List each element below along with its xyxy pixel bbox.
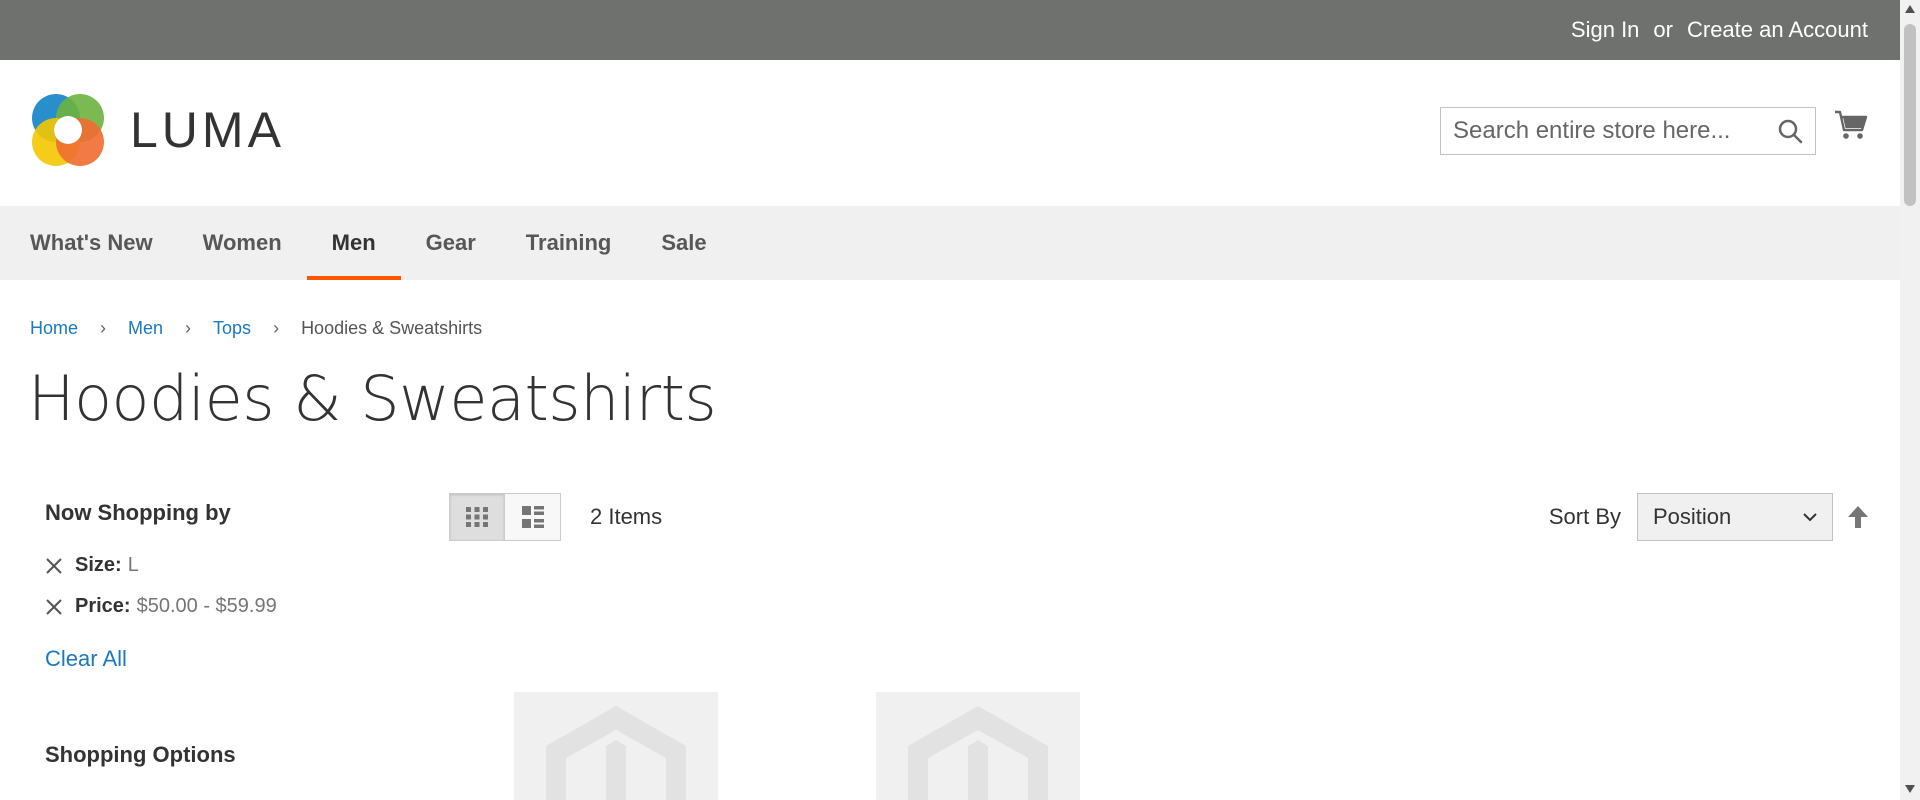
grid-view-button[interactable]	[449, 493, 505, 541]
active-filter-price: Price: $50.00 - $59.99	[45, 595, 405, 618]
view-mode-switcher	[449, 493, 561, 541]
active-filter-size: Size: L	[45, 554, 405, 577]
filter-sidebar: Now Shopping by Size: L Price: $50.00 - …	[45, 500, 405, 768]
nav-item-training[interactable]: Training	[501, 206, 637, 280]
nav-item-sale[interactable]: Sale	[636, 206, 731, 280]
magento-placeholder-icon	[546, 706, 686, 800]
cart-icon[interactable]	[1834, 108, 1868, 142]
site-header: LUMA	[0, 60, 1900, 206]
chevron-down-icon	[1803, 513, 1817, 522]
header-links: Sign In or Create an Account	[1571, 0, 1868, 60]
product-image-placeholder[interactable]	[876, 692, 1080, 800]
shopping-options-heading: Shopping Options	[45, 742, 236, 767]
filter-value: L	[127, 554, 139, 576]
nav-item-men[interactable]: Men	[306, 206, 401, 280]
breadcrumb-men[interactable]: Men	[128, 318, 163, 339]
grid-icon	[466, 507, 488, 527]
breadcrumb-current: Hoodies & Sweatshirts	[301, 318, 483, 338]
top-bar: Sign In or Create an Account	[0, 0, 1900, 60]
nav-item-women[interactable]: Women	[178, 206, 307, 280]
chevron-right-icon: ›	[273, 318, 280, 338]
breadcrumb: Home › Men › Tops › Hoodies & Sweatshirt…	[30, 318, 482, 339]
magento-placeholder-icon	[908, 706, 1048, 800]
search-icon[interactable]	[1777, 118, 1803, 144]
sort-by-label: Sort By	[1548, 504, 1621, 529]
product-grid	[514, 692, 1114, 800]
scroll-down-arrow-icon[interactable]	[1904, 784, 1916, 794]
or-text: or	[1653, 17, 1673, 42]
search-box	[1440, 107, 1816, 155]
scrollbar-thumb[interactable]	[1904, 24, 1916, 206]
filter-value: $50.00 - $59.99	[136, 595, 277, 617]
logo[interactable]: LUMA	[30, 92, 285, 168]
nav-item-gear[interactable]: Gear	[401, 206, 501, 280]
scroll-up-arrow-icon[interactable]	[1904, 4, 1916, 14]
products-toolbar: 2 Items Sort By Position	[449, 493, 1869, 541]
breadcrumb-tops[interactable]: Tops	[213, 318, 251, 339]
sign-in-link[interactable]: Sign In	[1571, 17, 1640, 43]
filter-label: Price:	[75, 595, 131, 617]
items-count: 2 Items	[590, 504, 663, 529]
chevron-right-icon: ›	[185, 318, 192, 338]
remove-filter-icon[interactable]	[45, 598, 63, 616]
filter-label: Size:	[75, 554, 122, 576]
chevron-right-icon: ›	[100, 318, 107, 338]
main-navigation: What's New Women Men Gear Training Sale	[0, 206, 1900, 280]
list-icon	[521, 506, 544, 528]
product-image-placeholder[interactable]	[514, 692, 718, 800]
nav-item-whats-new[interactable]: What's New	[30, 206, 178, 280]
list-view-button[interactable]	[505, 493, 561, 541]
now-shopping-heading: Now Shopping by	[45, 500, 231, 525]
sorter: Sort By Position	[1549, 493, 1869, 541]
page-title: Hoodies & Sweatshirts	[28, 362, 717, 435]
create-account-link[interactable]: Create an Account	[1687, 17, 1868, 43]
luma-logo-icon	[32, 94, 104, 166]
page-scrollbar[interactable]	[1900, 0, 1920, 800]
sort-by-select[interactable]: Position	[1637, 493, 1833, 541]
sort-direction-arrow-icon[interactable]	[1847, 504, 1869, 530]
remove-filter-icon[interactable]	[45, 557, 63, 575]
logo-text: LUMA	[130, 102, 285, 158]
breadcrumb-home[interactable]: Home	[30, 318, 78, 339]
sort-by-value: Position	[1653, 504, 1732, 529]
search-input[interactable]	[1441, 108, 1761, 154]
clear-all-link[interactable]: Clear All	[45, 646, 127, 672]
